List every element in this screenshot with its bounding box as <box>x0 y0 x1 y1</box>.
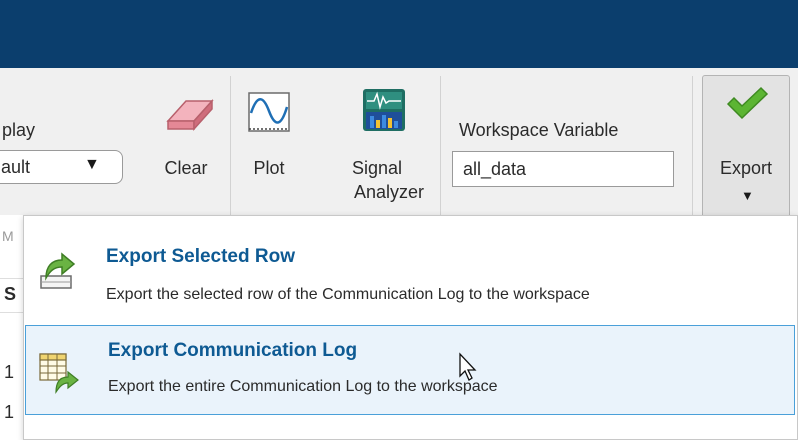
signal-analyzer-label-line1: Signal <box>351 158 403 178</box>
menu-item-title: Export Selected Row <box>106 246 295 267</box>
export-table-icon <box>38 352 80 394</box>
table-row-fragment[interactable]: 1 <box>4 362 14 383</box>
export-label: Export <box>719 158 773 178</box>
section-title-fragment: M <box>2 228 14 244</box>
plot-button[interactable]: Plot <box>241 156 297 180</box>
table-header-fragment: S <box>4 284 17 304</box>
menu-item-description: Export the entire Communication Log to t… <box>108 378 498 395</box>
signal-analyzer-button[interactable]: Signal Analyzer <box>324 156 424 204</box>
mouse-cursor-icon <box>458 352 478 382</box>
chevron-down-icon: ▼ <box>741 188 754 203</box>
menu-item-title: Export Communication Log <box>108 340 358 361</box>
export-row-icon <box>38 250 78 292</box>
section-separator <box>440 76 441 216</box>
menu-item-export-communication-log[interactable]: Export Communication Log Export the enti… <box>25 325 795 415</box>
export-button[interactable]: Export ▼ <box>702 75 790 218</box>
plot-icon[interactable] <box>247 91 291 133</box>
display-dropdown-value: ault <box>1 157 31 177</box>
app-title-bar <box>0 0 798 68</box>
chevron-down-icon: ▼ <box>84 156 100 173</box>
checkmark-icon <box>725 86 769 122</box>
display-label: play <box>2 120 36 140</box>
eraser-icon[interactable] <box>164 93 216 133</box>
workspace-variable-label: Workspace Variable <box>459 120 619 140</box>
menu-item-export-selected-row[interactable]: Export Selected Row Export the selected … <box>24 234 797 324</box>
menu-item-description: Export the selected row of the Communica… <box>106 286 590 303</box>
workspace-variable-input[interactable] <box>452 151 674 187</box>
table-row-fragment[interactable]: 1 <box>4 402 14 423</box>
display-dropdown[interactable]: ault ▼ <box>0 150 123 184</box>
section-separator <box>230 76 231 216</box>
clear-button[interactable]: Clear <box>156 156 216 180</box>
signal-analyzer-label-line2: Analyzer <box>353 182 424 202</box>
export-menu: Export Selected Row Export the selected … <box>23 215 798 440</box>
section-separator <box>692 76 693 216</box>
signal-analyzer-icon[interactable] <box>362 88 406 132</box>
